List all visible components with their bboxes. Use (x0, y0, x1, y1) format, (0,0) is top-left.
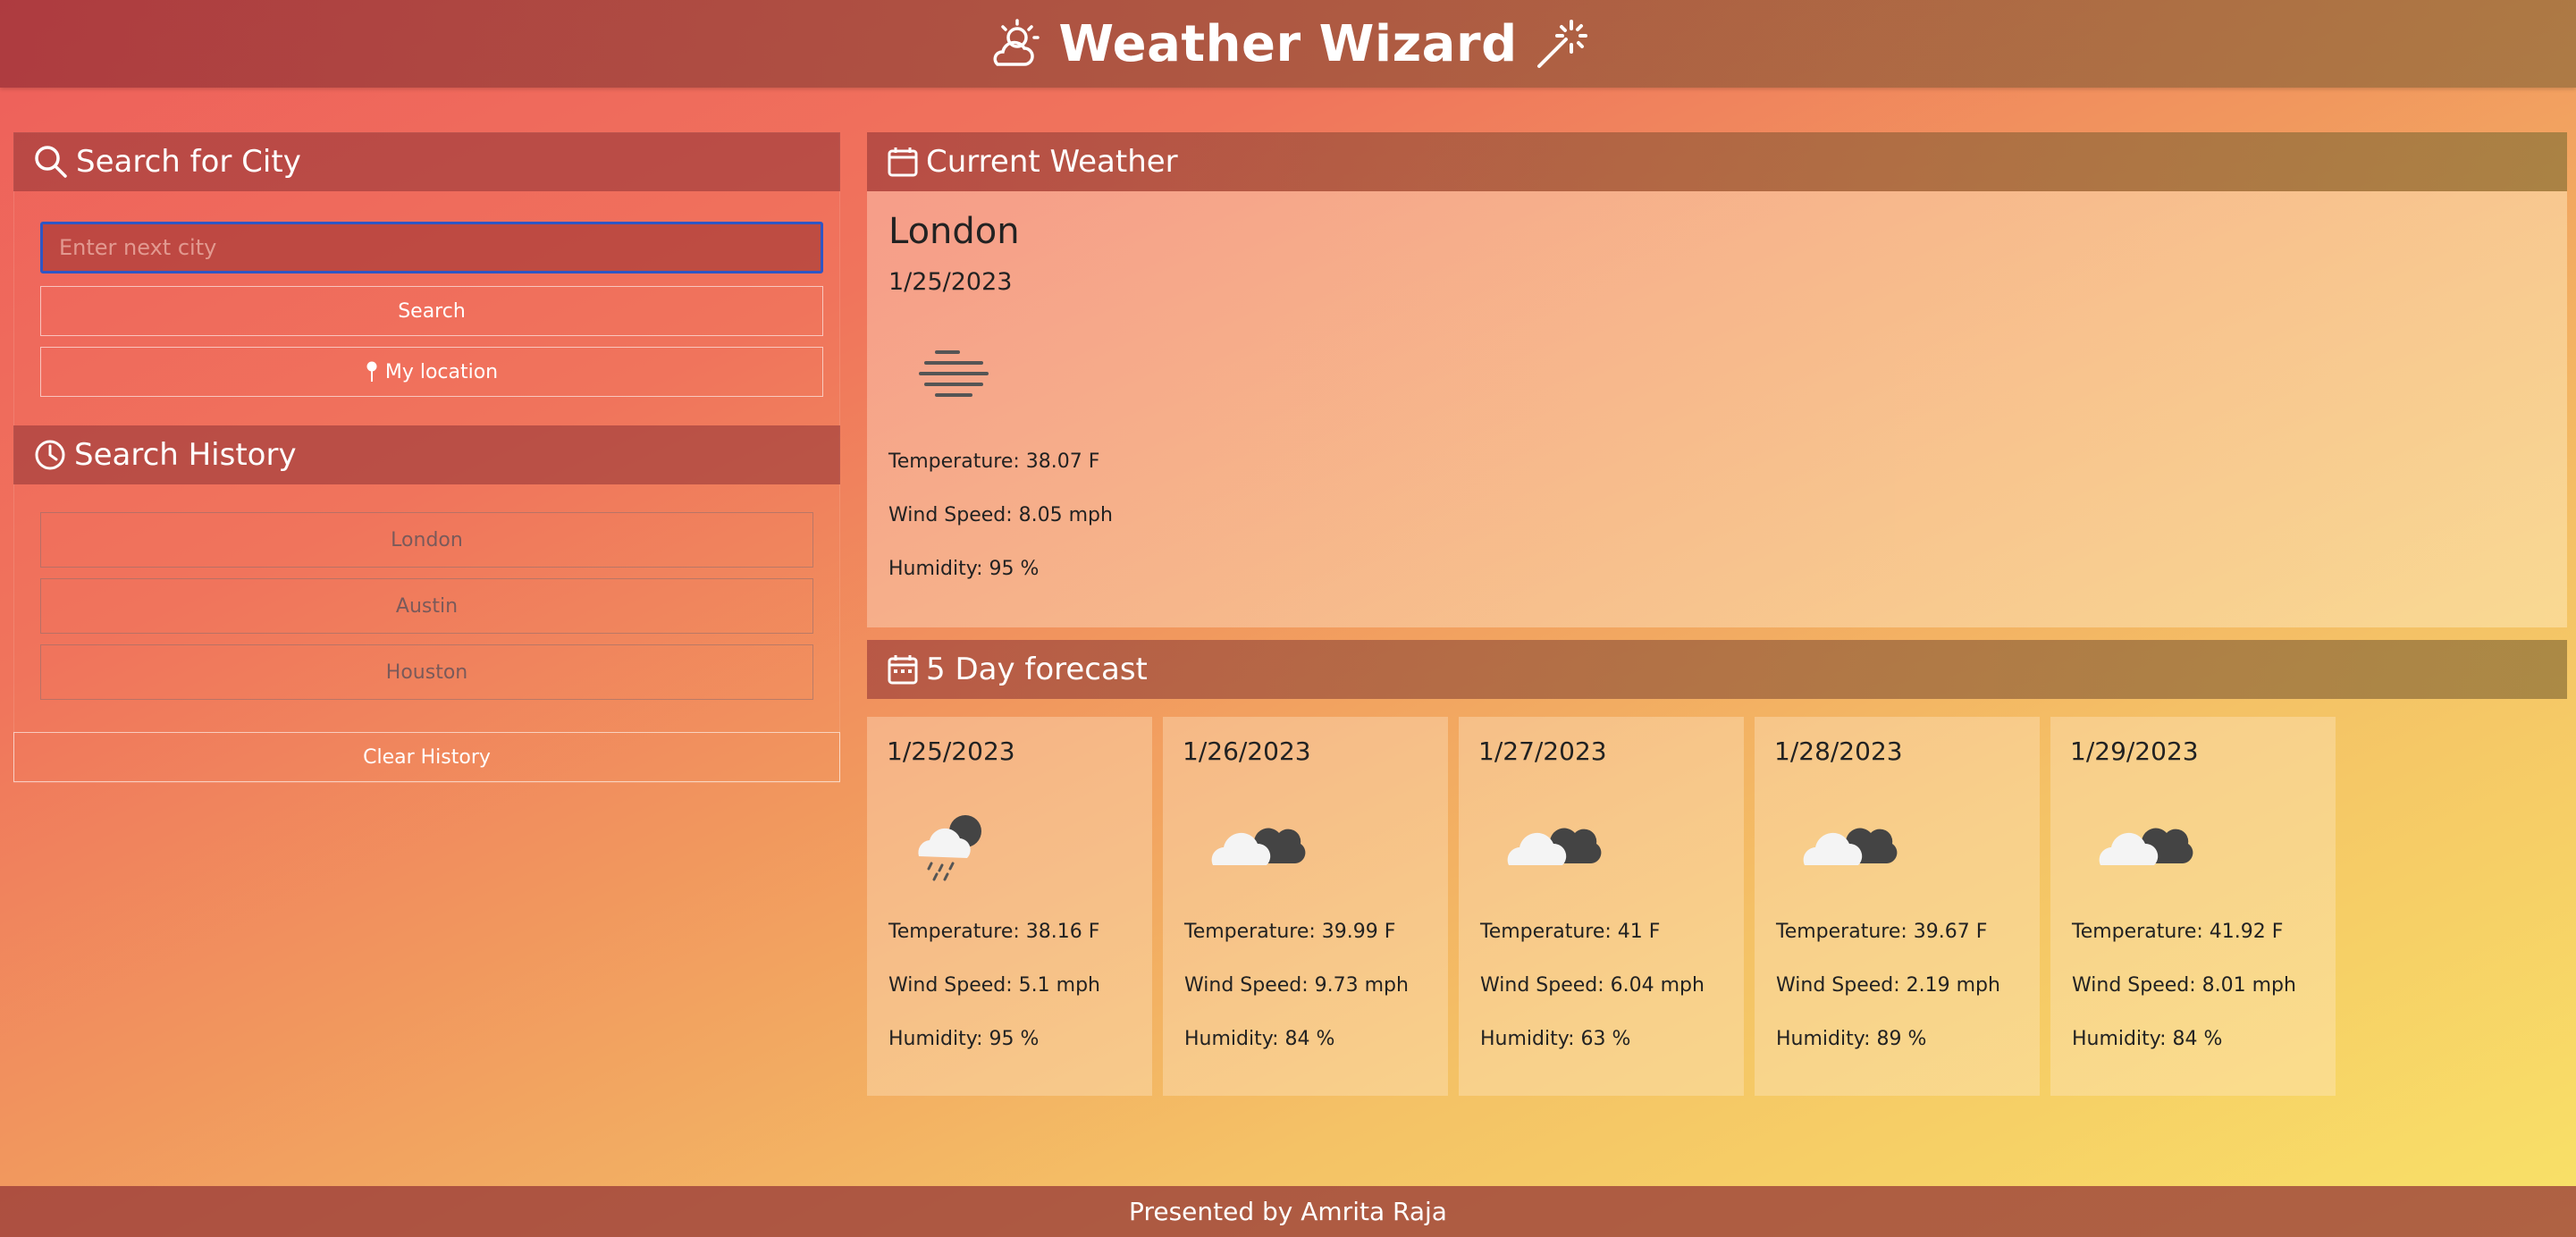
current-humidity: Humidity: 95 % (888, 558, 1040, 580)
current-wind-speed: Wind Speed: 8.05 mph (888, 504, 1113, 526)
search-button[interactable]: Search (40, 286, 823, 336)
footer: Presented by Amrita Raja (0, 1186, 2576, 1237)
forecast-humidity: Humidity: 95 % (888, 1028, 1040, 1050)
forecast-temperature: Temperature: 39.99 F (1184, 921, 1396, 943)
cloudy-icon (2099, 828, 2193, 865)
cloudy-icon (1507, 828, 1602, 865)
forecast-card: 1/27/2023 Temperature: 41 F Wind Speed: … (1459, 717, 1744, 1096)
forecast-card: 1/28/2023 Temperature: 39.67 F Wind Spee… (1755, 717, 2040, 1096)
forecast-wind-speed: Wind Speed: 8.01 mph (2072, 974, 2296, 997)
my-location-button[interactable]: My location (40, 347, 823, 397)
forecast-header: 5 Day forecast (867, 640, 2567, 699)
cloudy-icon (1803, 828, 1898, 865)
history-item-london[interactable]: London (40, 512, 813, 568)
current-weather-card: London 1/25/2023 Temperature: 38.07 F Wi… (867, 191, 2567, 627)
forecast-date: 1/25/2023 (887, 736, 1015, 766)
history-item-label: Houston (385, 661, 468, 684)
forecast-humidity: Humidity: 89 % (1776, 1028, 1927, 1050)
history-item-austin[interactable]: Austin (40, 578, 813, 634)
app-header: Weather Wizard (0, 0, 2576, 88)
forecast-temperature: Temperature: 41.92 F (2072, 921, 2284, 943)
history-heading: Search History (74, 437, 297, 473)
search-icon (35, 146, 67, 178)
forecast-card: 1/26/2023 Temperature: 39.99 F Wind Spee… (1163, 717, 1448, 1096)
forecast-wind-speed: Wind Speed: 9.73 mph (1184, 974, 1409, 997)
search-heading: Search for City (76, 144, 301, 180)
history-item-houston[interactable]: Houston (40, 644, 813, 700)
clock-icon (35, 440, 65, 470)
history-item-label: Austin (395, 594, 459, 618)
forecast-heading: 5 Day forecast (926, 652, 1148, 687)
forecast-date: 1/26/2023 (1183, 736, 1311, 766)
clear-history-button[interactable]: Clear History (13, 732, 840, 782)
history-item-label: London (391, 528, 463, 551)
search-button-label: Search (398, 299, 466, 323)
footer-credit: Presented by Amrita Raja (1129, 1197, 1447, 1226)
app-title: Weather Wizard (1058, 14, 1518, 73)
rain-cloud-icon (918, 815, 981, 881)
fog-icon (919, 350, 989, 397)
location-pin-icon (366, 361, 377, 382)
current-weather-heading: Current Weather (926, 144, 1178, 180)
forecast-wind-speed: Wind Speed: 6.04 mph (1480, 974, 1705, 997)
current-temperature: Temperature: 38.07 F (888, 450, 1100, 473)
forecast-temperature: Temperature: 39.67 F (1776, 921, 1988, 943)
forecast-humidity: Humidity: 63 % (1480, 1028, 1631, 1050)
current-date: 1/25/2023 (888, 268, 1013, 296)
city-search-input[interactable] (40, 222, 823, 273)
forecast-card: 1/29/2023 Temperature: 41.92 F Wind Spee… (2050, 717, 2336, 1096)
forecast-date: 1/27/2023 (1478, 736, 1607, 766)
calendar-icon (888, 147, 918, 177)
magic-wand-icon (1536, 20, 1587, 68)
history-panel-header: Search History (13, 425, 840, 484)
my-location-label: My location (384, 360, 499, 383)
current-weather-header: Current Weather (867, 132, 2567, 191)
forecast-wind-speed: Wind Speed: 2.19 mph (1776, 974, 2000, 997)
cloudy-icon (1211, 828, 1306, 865)
forecast-temperature: Temperature: 41 F (1480, 921, 1661, 943)
forecast-temperature: Temperature: 38.16 F (888, 921, 1100, 943)
forecast-card: 1/25/2023 Temperature: 38.16 F Wind Spee… (867, 717, 1152, 1096)
calendar-days-icon (888, 655, 918, 685)
forecast-date: 1/29/2023 (2070, 736, 2199, 766)
forecast-humidity: Humidity: 84 % (1184, 1028, 1335, 1050)
clear-history-label: Clear History (363, 745, 491, 769)
forecast-humidity: Humidity: 84 % (2072, 1028, 2223, 1050)
sun-cloud-icon (993, 19, 1040, 66)
forecast-wind-speed: Wind Speed: 5.1 mph (888, 974, 1100, 997)
forecast-date: 1/28/2023 (1774, 736, 1903, 766)
search-panel-header: Search for City (13, 132, 840, 191)
current-city: London (888, 211, 1020, 252)
